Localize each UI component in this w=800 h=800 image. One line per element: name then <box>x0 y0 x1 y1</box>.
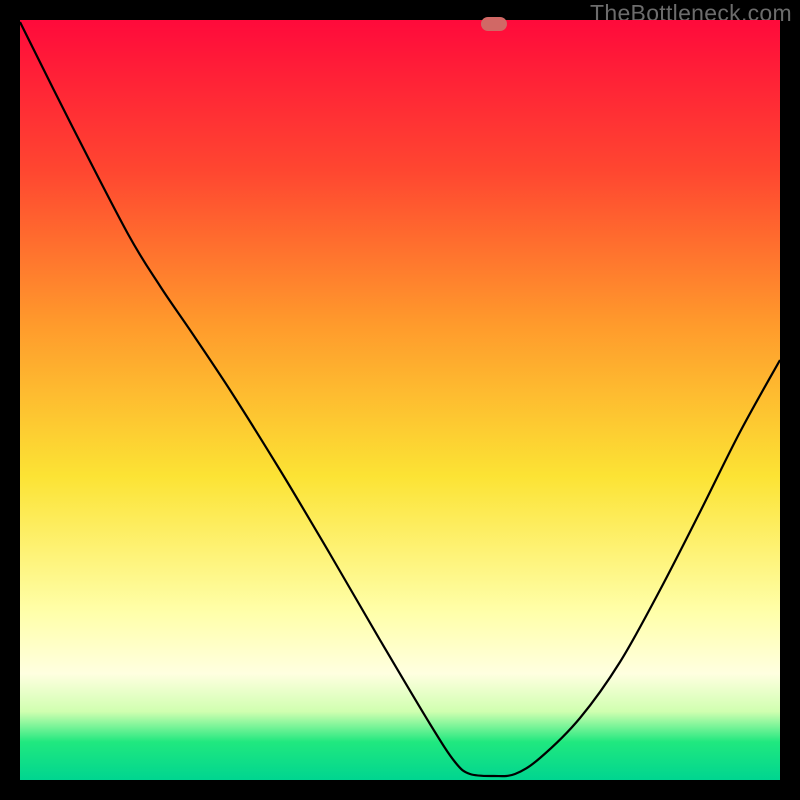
chart-frame: TheBottleneck.com <box>0 0 800 800</box>
chart-curve-layer <box>20 20 780 780</box>
bottleneck-curve <box>20 22 780 776</box>
optimal-point-marker <box>481 17 507 31</box>
chart-plot-area <box>20 20 780 780</box>
